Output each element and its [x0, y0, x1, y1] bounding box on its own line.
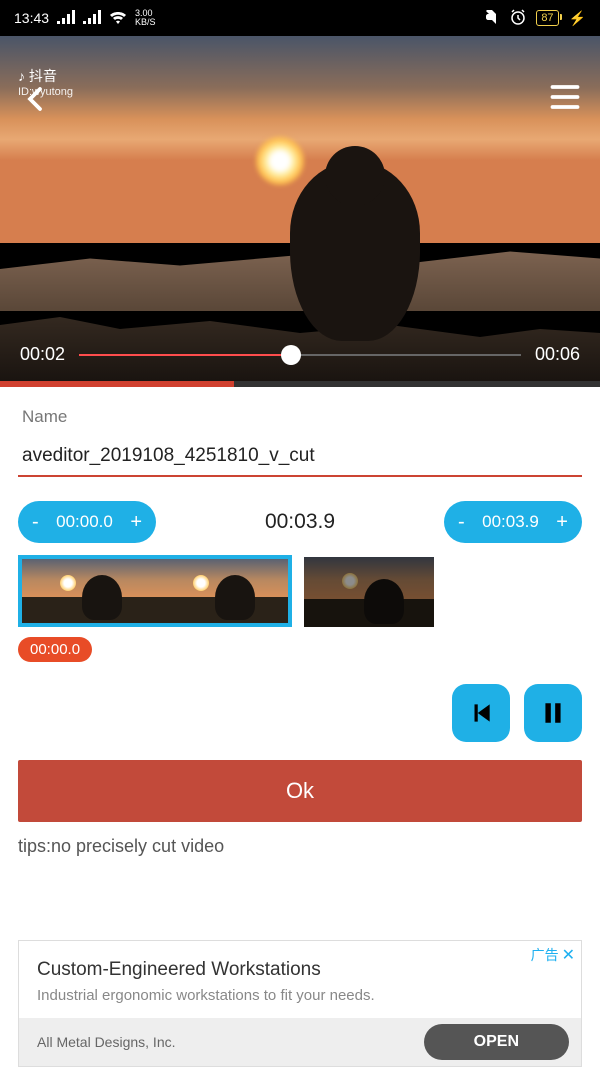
name-label: Name [22, 407, 582, 427]
start-plus-button[interactable]: + [130, 511, 142, 534]
wifi-icon [109, 10, 127, 27]
ad-close-button[interactable]: ✕ [562, 947, 575, 964]
mute-icon [484, 9, 500, 28]
total-time: 00:06 [535, 344, 580, 365]
video-frame [0, 36, 600, 381]
end-time-value: 00:03.9 [482, 512, 539, 532]
thumbnail-1[interactable] [22, 559, 155, 623]
battery-icon: 87 [536, 10, 558, 26]
timeline-thumbnails[interactable] [18, 555, 582, 627]
net-speed: 3.00KB/S [135, 9, 156, 27]
video-player[interactable]: ♪ 抖音 ID:wyutong 00:02 00:06 [0, 36, 600, 381]
menu-button[interactable] [550, 84, 580, 115]
signal-4g-icon [57, 10, 75, 27]
name-input[interactable] [18, 437, 582, 477]
end-minus-button[interactable]: - [458, 511, 465, 534]
thumbnail-3[interactable] [304, 557, 434, 627]
seekbar-thumb[interactable] [281, 345, 301, 365]
charging-icon: ⚡ [569, 10, 586, 27]
signal-4g2-icon [83, 10, 101, 27]
ad-banner[interactable]: 广告✕ Custom-Engineered Workstations Indus… [18, 940, 582, 1067]
back-button[interactable] [20, 84, 50, 119]
ad-open-button[interactable]: OPEN [424, 1024, 569, 1060]
current-time: 00:02 [20, 344, 65, 365]
status-bar: 13:43 3.00KB/S 87 ⚡ [0, 0, 600, 36]
tips-text: tips:no precisely cut video [18, 836, 582, 857]
alarm-icon [510, 9, 526, 28]
video-controls: 00:02 00:06 [0, 344, 600, 365]
skip-previous-button[interactable] [452, 684, 510, 742]
position-badge: 00:00.0 [18, 637, 92, 662]
pause-button[interactable] [524, 684, 582, 742]
ad-company: All Metal Designs, Inc. [37, 1034, 176, 1050]
duration-value: 00:03.9 [265, 510, 335, 534]
ad-description: Industrial ergonomic workstations to fit… [19, 987, 581, 1018]
start-time-control: - 00:00.0 + [18, 501, 156, 543]
cut-progress-indicator [0, 381, 600, 387]
end-plus-button[interactable]: + [556, 511, 568, 534]
video-seekbar[interactable] [79, 354, 521, 356]
ad-label: 广告✕ [531, 945, 575, 965]
start-minus-button[interactable]: - [32, 511, 39, 534]
ad-title: Custom-Engineered Workstations [19, 941, 581, 987]
ok-button[interactable]: Ok [18, 760, 582, 822]
start-time-value: 00:00.0 [56, 512, 113, 532]
end-time-control: - 00:03.9 + [444, 501, 582, 543]
thumbnail-2[interactable] [155, 559, 288, 623]
clock: 13:43 [14, 10, 49, 26]
